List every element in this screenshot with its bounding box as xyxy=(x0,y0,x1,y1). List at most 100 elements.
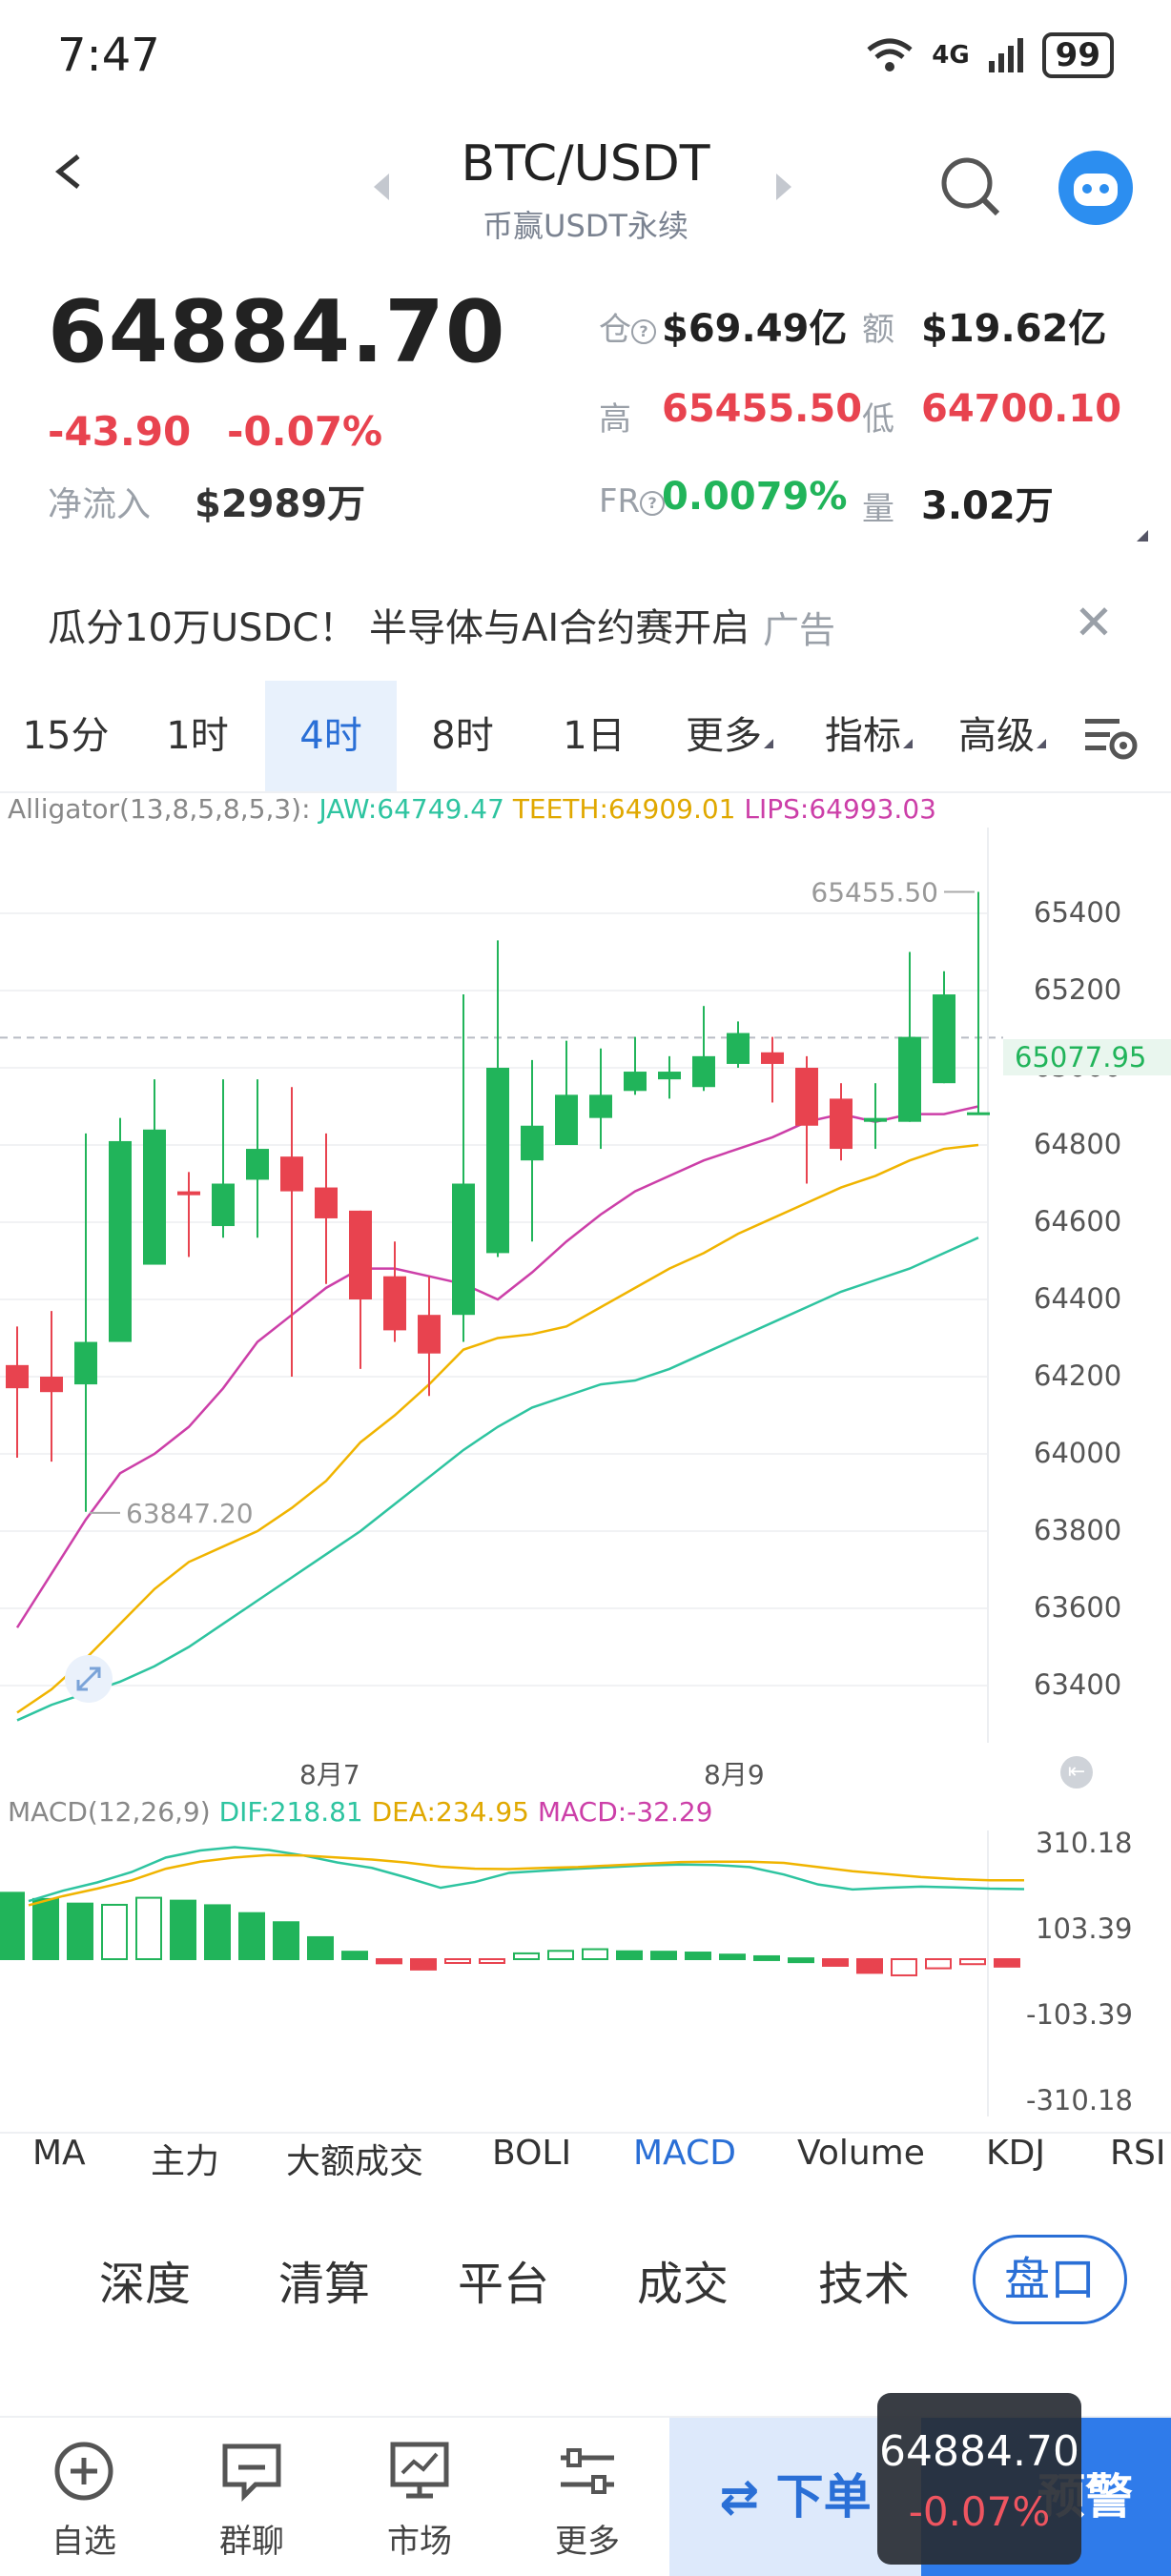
robot-assistant-icon[interactable] xyxy=(1058,151,1133,225)
status-time: 7:47 xyxy=(57,29,160,82)
nav-watchlist[interactable]: 自选 xyxy=(0,2418,168,2576)
indicator-tab-macd[interactable]: MACD xyxy=(633,2134,736,2173)
macd-histogram-bar xyxy=(547,1950,574,1961)
expand-corner-icon[interactable] xyxy=(1137,530,1148,542)
scroll-to-latest-icon[interactable]: ⇤ xyxy=(1060,1756,1093,1789)
order-label: 下单 xyxy=(775,2469,872,2525)
tab-liquidation[interactable]: 清算 xyxy=(278,2246,370,2313)
candle-body xyxy=(967,1112,990,1115)
indicator-tab-ma[interactable]: MA xyxy=(32,2134,86,2173)
candle-body xyxy=(521,1125,544,1161)
candle-body xyxy=(933,994,955,1084)
alligator-legend: Alligator(13,8,5,8,5,3): JAW:64749.47 TE… xyxy=(8,793,936,825)
macd-histogram-bar xyxy=(513,1952,540,1961)
price-axis-label: 63800 xyxy=(1034,1514,1122,1546)
volume-value: 3.02万 xyxy=(921,484,1054,528)
low-value: 64700.10 xyxy=(921,387,1122,431)
macd-histogram-bar xyxy=(685,1952,711,1960)
lips-value: LIPS:64993.03 xyxy=(744,793,936,825)
macd-histogram-bar xyxy=(891,1958,917,1976)
indicator-tab-kdj[interactable]: KDJ xyxy=(986,2134,1045,2173)
macd-chart[interactable] xyxy=(0,1830,1171,2116)
indicator-tab-main-force[interactable]: 主力 xyxy=(151,2134,219,2183)
macd-histogram-bar xyxy=(101,1903,128,1960)
candle-body xyxy=(864,1117,887,1122)
promo-banner-text[interactable]: 瓜分10万USDC！ 半导体与AI合约赛开启 xyxy=(48,597,750,652)
tab-indicators[interactable]: 指标 xyxy=(807,681,931,791)
indicator-tab-volume[interactable]: Volume xyxy=(797,2134,925,2173)
indicator-tab-rsi[interactable]: RSI xyxy=(1110,2134,1165,2173)
macd-axis-label: -103.39 xyxy=(1026,1998,1133,2031)
nav-label: 群聊 xyxy=(219,2523,284,2561)
tab-1h[interactable]: 1时 xyxy=(132,681,263,791)
macd-histogram-bar xyxy=(753,1954,780,1961)
candle-body xyxy=(143,1129,166,1265)
macd-histogram-bar xyxy=(204,1904,231,1961)
tab-depth[interactable]: 深度 xyxy=(99,2246,191,2313)
macd-dea: DEA:234.95 xyxy=(371,1796,529,1828)
tab-advanced[interactable]: 高级 xyxy=(940,681,1064,791)
chart-settings-icon[interactable] xyxy=(1083,715,1139,761)
macd-histogram-bar xyxy=(376,1958,402,1965)
macd-histogram-bar xyxy=(788,1957,814,1964)
macd-histogram-bar xyxy=(616,1950,643,1960)
price-axis-label: 64600 xyxy=(1034,1205,1122,1237)
info-icon[interactable]: ? xyxy=(631,318,656,344)
open-interest-label: 仓? xyxy=(599,303,656,350)
price-chart[interactable]: 65455.50 63847.20 xyxy=(0,828,1171,1792)
turnover-value: $19.62亿 xyxy=(921,307,1107,351)
indicator-tab-boll[interactable]: BOLI xyxy=(492,2134,571,2173)
macd-histogram-bar xyxy=(959,1958,986,1966)
tab-more[interactable]: 更多 xyxy=(668,681,791,791)
close-icon[interactable]: ✕ xyxy=(1074,595,1114,650)
nav-group-chat[interactable]: 群聊 xyxy=(168,2418,336,2576)
macd-value: MACD:-32.29 xyxy=(537,1796,713,1828)
macd-axis-label: -310.18 xyxy=(1026,2084,1133,2116)
floating-ticker[interactable]: 64884.70 -0.07% xyxy=(877,2393,1081,2565)
high-value: 65455.50 xyxy=(662,387,863,431)
macd-histogram-bar xyxy=(994,1958,1020,1968)
tab-1d[interactable]: 1日 xyxy=(528,681,660,791)
macd-dea-line xyxy=(28,1853,1024,1907)
macd-legend: MACD(12,26,9) DIF:218.81 DEA:234.95 MACD… xyxy=(8,1796,713,1828)
nav-market[interactable]: 市场 xyxy=(336,2418,503,2576)
last-price: 64884.70 xyxy=(48,282,506,382)
floating-change: -0.07% xyxy=(908,2488,1051,2535)
candle-body xyxy=(349,1210,372,1299)
volume-label: 量 xyxy=(862,490,894,528)
tab-4h[interactable]: 4时 xyxy=(265,681,397,791)
indicator-tab-large-trades[interactable]: 大额成交 xyxy=(286,2134,423,2183)
tab-technical[interactable]: 技术 xyxy=(818,2246,910,2313)
candle-body xyxy=(74,1341,97,1385)
inflow-label: 净流入 xyxy=(48,485,152,524)
tab-orderbook[interactable]: 盘口 xyxy=(973,2235,1127,2324)
indicator-tabs: MA 主力 大额成交 BOLI MACD Volume KDJ RSI xyxy=(0,2132,1171,2208)
signal-icon xyxy=(988,38,1023,72)
tab-platform[interactable]: 平台 xyxy=(458,2246,549,2313)
candle-body xyxy=(658,1072,681,1080)
funding-rate-label: FR? xyxy=(599,482,666,521)
search-icon[interactable] xyxy=(938,154,1005,221)
candle-body xyxy=(109,1140,132,1342)
candle-body xyxy=(727,1032,750,1064)
macd-histogram-bar xyxy=(925,1958,952,1970)
price-change: -43.90 xyxy=(48,408,192,455)
tab-15m[interactable]: 15分 xyxy=(0,681,132,791)
macd-histogram-bar xyxy=(719,1953,746,1961)
macd-histogram-bar xyxy=(0,1891,25,1960)
tab-trades[interactable]: 成交 xyxy=(637,2246,729,2313)
macd-histogram-bar xyxy=(479,1958,505,1964)
price-axis-label: 63400 xyxy=(1034,1668,1122,1701)
swap-icon: ⇄ xyxy=(719,2469,776,2525)
add-circle-icon xyxy=(54,2442,113,2501)
tab-8h[interactable]: 8时 xyxy=(397,681,528,791)
nav-more[interactable]: 更多 xyxy=(503,2418,671,2576)
expand-chart-icon[interactable] xyxy=(65,1655,113,1703)
macd-histogram-bar xyxy=(822,1958,849,1967)
macd-histogram-bar xyxy=(238,1912,265,1960)
price-axis-label: 64200 xyxy=(1034,1360,1122,1392)
high-marker-label: 65455.50 xyxy=(811,877,938,909)
teeth-value: TEETH:64909.01 xyxy=(512,793,736,825)
candle-body xyxy=(418,1315,441,1354)
macd-histogram-bar xyxy=(170,1899,196,1960)
